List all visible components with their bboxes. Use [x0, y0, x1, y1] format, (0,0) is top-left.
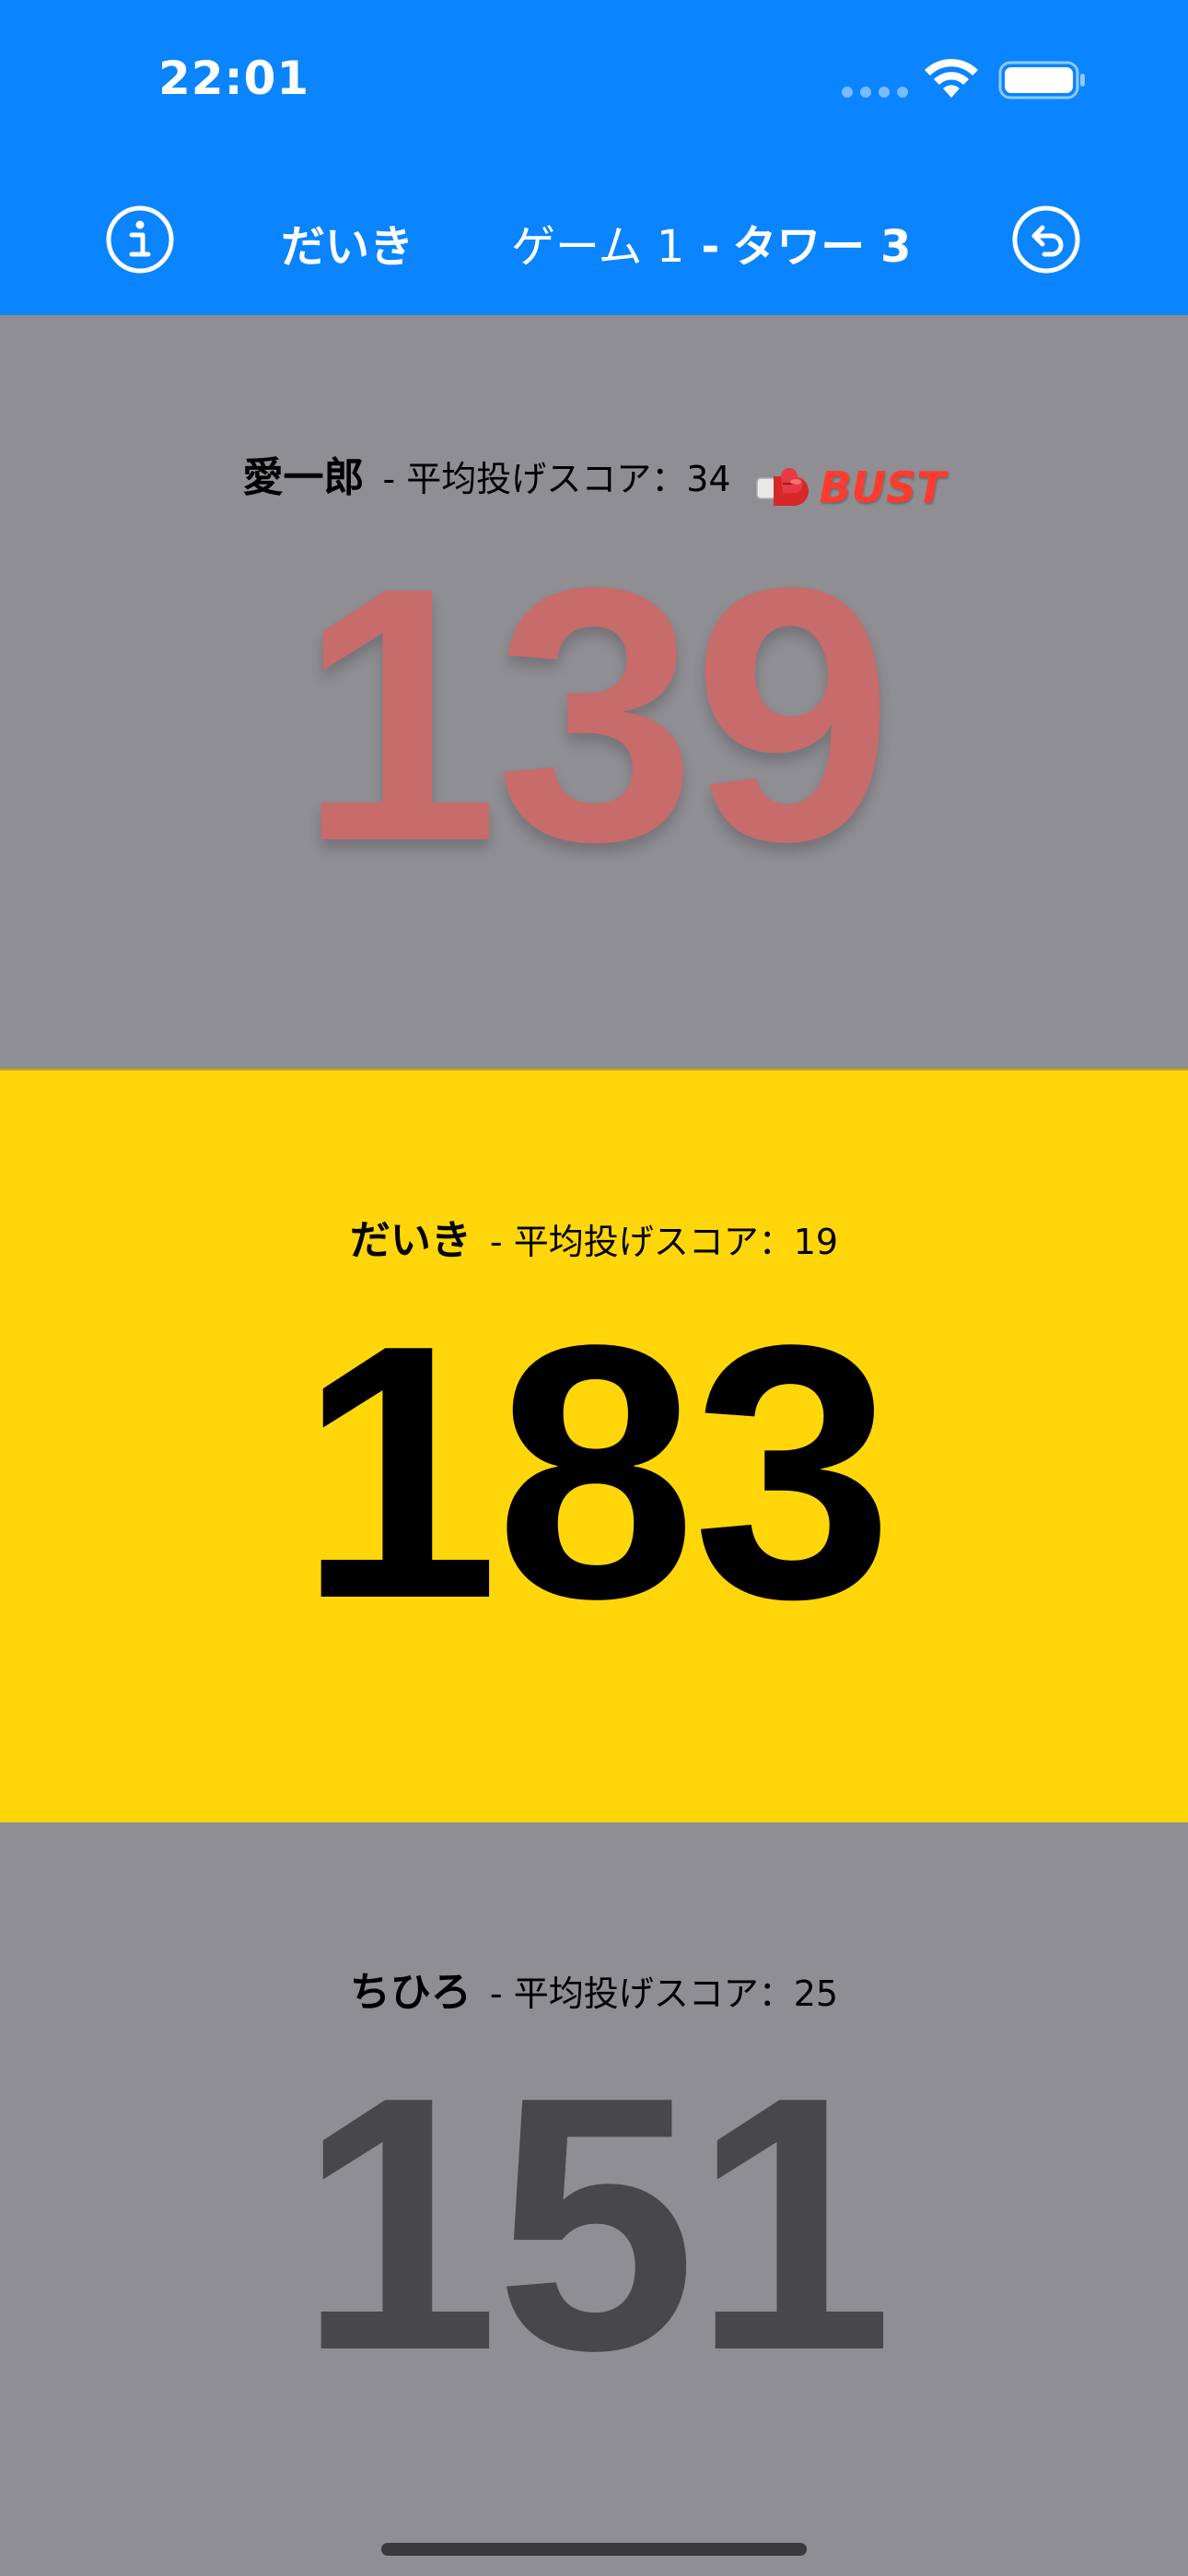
game-tower-indicator: ゲーム 1 - タワー 3	[511, 210, 911, 275]
player-panel[interactable]: 愛一郎 - 平均投げスコア：34 BUST 139	[0, 315, 1188, 1067]
player-score: 151	[297, 2022, 893, 2426]
player-score: 139	[297, 513, 893, 917]
player-score: 183	[297, 1270, 893, 1674]
battery-icon	[998, 61, 1085, 100]
player-panel-active[interactable]: だいき - 平均投げスコア：19 183	[0, 1069, 1188, 1824]
boxing-glove-icon	[755, 467, 809, 506]
game-label: ゲーム 1	[511, 221, 685, 273]
player-name: ちひろ	[349, 1969, 472, 2016]
player-average: - 平均投げスコア：25	[489, 1973, 839, 2014]
player-header: 愛一郎 - 平均投げスコア：34 BUST	[0, 444, 1188, 512]
player-average: - 平均投げスコア：19	[489, 1222, 839, 1262]
player-average: - 平均投げスコア：34	[382, 459, 731, 499]
player-name: だいき	[349, 1217, 472, 1264]
info-button[interactable]	[105, 205, 175, 275]
player-header: ちひろ - 平均投げスコア：25	[0, 1959, 1188, 2018]
current-player-name: だいき	[281, 221, 414, 273]
player-header: だいき - 平均投げスコア：19	[0, 1207, 1188, 1266]
player-panel[interactable]: ちひろ - 平均投げスコア：25 151	[0, 1822, 1188, 2576]
wifi-icon	[925, 58, 978, 98]
undo-button[interactable]	[1011, 205, 1081, 275]
game-tower-separator: -	[701, 221, 720, 273]
tower-label: タワー 3	[732, 221, 912, 273]
home-indicator[interactable]	[381, 2543, 807, 2556]
player-name: 愛一郎	[242, 454, 365, 501]
header: 22:01 だいき ゲーム 1 - タワー 3	[0, 0, 1188, 315]
bust-indicator: BUST	[755, 463, 946, 512]
status-time: 22:01	[158, 52, 310, 105]
bust-label: BUST	[819, 462, 946, 512]
game-screen: 22:01 だいき ゲーム 1 - タワー 3 愛一郎 - 平均投げスコア：34…	[0, 0, 1188, 2576]
cellular-signal-icon	[842, 87, 908, 98]
